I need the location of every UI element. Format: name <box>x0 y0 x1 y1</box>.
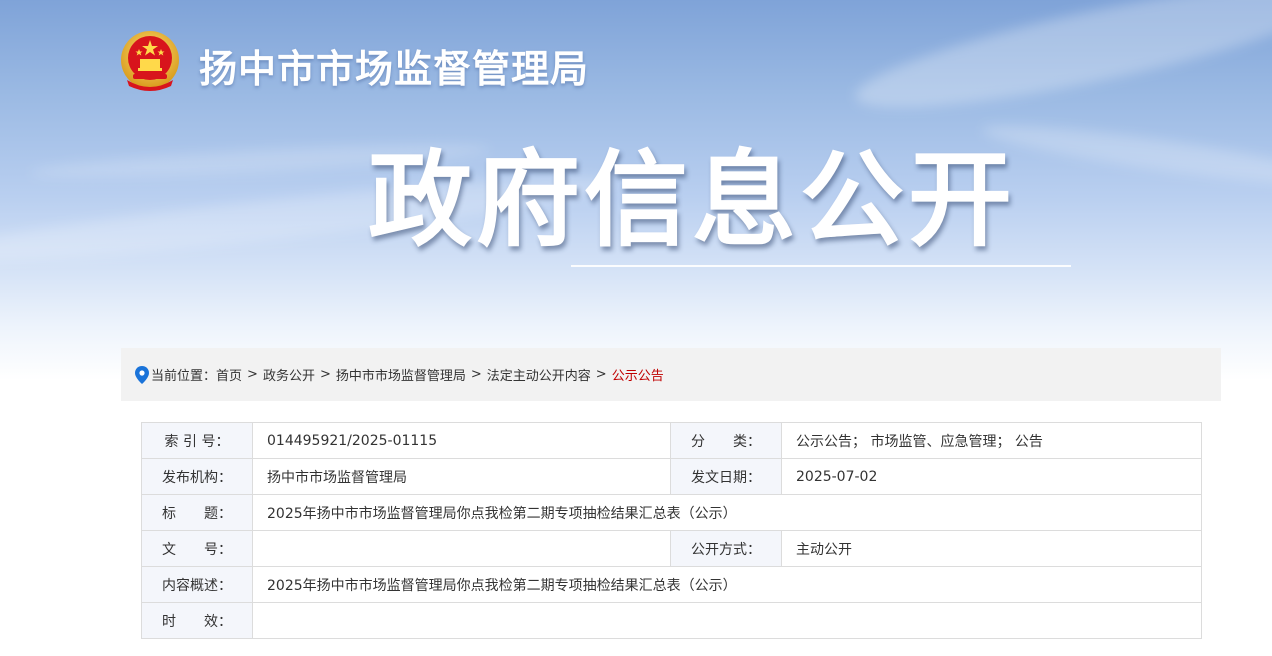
table-row: 发布机构： 扬中市市场监督管理局 发文日期： 2025-07-02 <box>141 458 1202 495</box>
breadcrumb-separator: > <box>470 367 482 382</box>
date-label: 发文日期： <box>670 458 782 495</box>
breadcrumb-current[interactable]: 公示公告 <box>612 365 664 384</box>
publisher-label: 发布机构： <box>141 458 253 495</box>
header-light-streak <box>848 0 1272 132</box>
method-label: 公开方式： <box>670 530 782 567</box>
info-table: 索 引 号： 014495921/2025-01115 分 类： 公示公告； 市… <box>141 422 1202 639</box>
breadcrumb-home[interactable]: 首页 <box>216 365 242 384</box>
title-value: 2025年扬中市市场监督管理局你点我检第二期专项抽检结果汇总表（公示） <box>252 494 1202 531</box>
docno-value <box>252 530 671 567</box>
docno-label: 文 号： <box>141 530 253 567</box>
index-label: 索 引 号： <box>141 422 253 459</box>
category-value: 公示公告； 市场监管、应急管理； 公告 <box>781 422 1202 459</box>
location-pin-icon <box>135 365 149 384</box>
publisher-value: 扬中市市场监督管理局 <box>252 458 671 495</box>
title-label: 标 题： <box>141 494 253 531</box>
category-label: 分 类： <box>670 422 782 459</box>
breadcrumb-mandatory-content[interactable]: 法定主动公开内容 <box>487 365 591 384</box>
site-name[interactable]: 扬中市市场监督管理局 <box>199 38 589 93</box>
breadcrumb: 当前位置： 首页 > 政务公开 > 扬中市市场监督管理局 > 法定主动公开内容 … <box>121 348 1221 401</box>
table-row: 标 题： 2025年扬中市市场监督管理局你点我检第二期专项抽检结果汇总表（公示） <box>141 494 1202 531</box>
date-value: 2025-07-02 <box>781 458 1202 495</box>
national-emblem-icon[interactable] <box>119 30 181 94</box>
header-light-streak <box>979 115 1272 195</box>
validity-value <box>252 602 1202 639</box>
index-value: 014495921/2025-01115 <box>252 422 671 459</box>
table-row: 时 效： <box>141 602 1202 639</box>
breadcrumb-separator: > <box>247 367 258 382</box>
summary-value: 2025年扬中市市场监督管理局你点我检第二期专项抽检结果汇总表（公示） <box>252 566 1202 603</box>
method-value: 主动公开 <box>781 530 1202 567</box>
breadcrumb-bureau[interactable]: 扬中市市场监督管理局 <box>336 365 466 384</box>
breadcrumb-prefix: 当前位置： <box>151 369 217 384</box>
breadcrumb-separator: > <box>595 367 607 382</box>
breadcrumb-separator: > <box>319 367 331 382</box>
table-row: 索 引 号： 014495921/2025-01115 分 类： 公示公告； 市… <box>141 422 1202 459</box>
breadcrumb-gov-affairs[interactable]: 政务公开 <box>263 365 315 384</box>
table-row: 内容概述： 2025年扬中市市场监督管理局你点我检第二期专项抽检结果汇总表（公示… <box>141 566 1202 603</box>
banner-title: 政府信息公开 <box>368 139 1017 261</box>
summary-label: 内容概述： <box>141 566 253 603</box>
banner-underline <box>571 265 1071 267</box>
validity-label: 时 效： <box>141 602 253 639</box>
table-row: 文 号： 公开方式： 主动公开 <box>141 530 1202 567</box>
